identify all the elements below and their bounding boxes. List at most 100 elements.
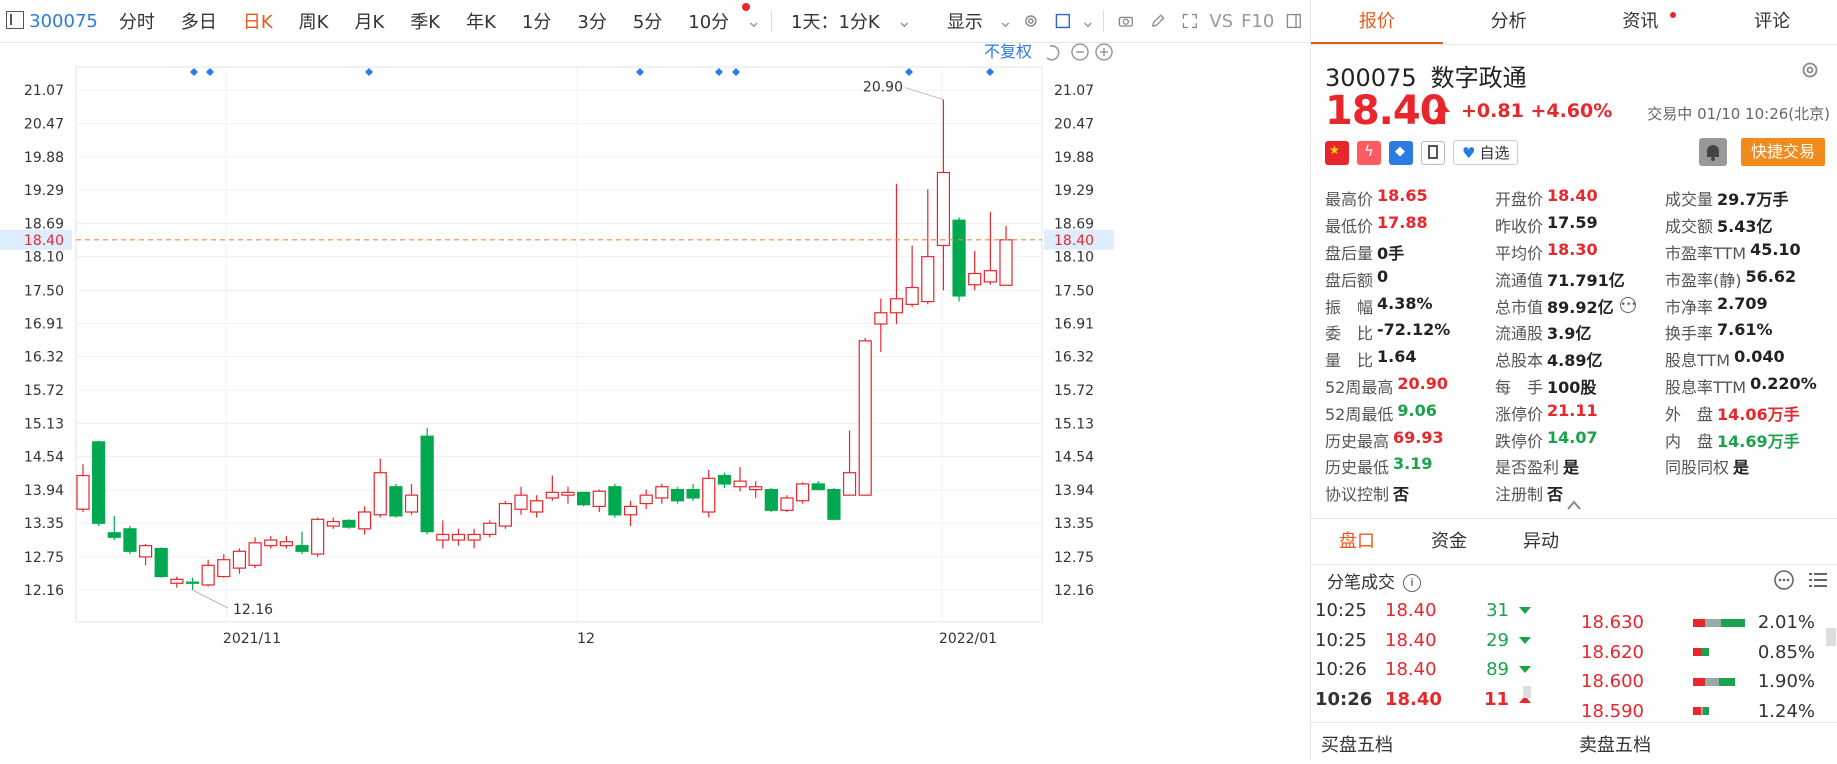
candle[interactable] xyxy=(827,488,841,520)
candle[interactable] xyxy=(952,219,966,297)
lightning-icon[interactable]: ϟ xyxy=(1357,140,1381,165)
candle[interactable] xyxy=(717,474,732,485)
candle[interactable] xyxy=(107,532,121,538)
adjust-toggle[interactable]: 不复权 xyxy=(984,42,1032,61)
detail-tab[interactable]: 异动 xyxy=(1495,519,1587,564)
candle[interactable] xyxy=(279,541,293,547)
tick-trades-list[interactable]: 10:25 18.40 31 10:25 18.40 29 10:26 18.40 89 10:2… xyxy=(1311,596,1543,718)
candle[interactable] xyxy=(921,256,935,303)
candle[interactable] xyxy=(436,533,450,541)
event-marker-icon[interactable] xyxy=(986,68,994,76)
event-marker-icon[interactable] xyxy=(636,68,644,76)
detail-tab[interactable]: 盘口 xyxy=(1311,519,1403,564)
candle[interactable] xyxy=(138,545,153,558)
candle[interactable] xyxy=(905,286,919,305)
timeframe-select[interactable]: 1天：1分K xyxy=(778,8,893,34)
candle[interactable] xyxy=(123,528,137,552)
candle[interactable] xyxy=(311,518,325,555)
candle[interactable] xyxy=(404,494,419,513)
sell-five-levels[interactable]: 卖盘五档 xyxy=(1579,731,1651,757)
settings-icon[interactable] xyxy=(1023,10,1039,32)
candle[interactable] xyxy=(670,488,685,502)
list-view-icon[interactable] xyxy=(1807,569,1829,591)
candle[interactable] xyxy=(983,270,997,283)
candle[interactable] xyxy=(420,435,434,533)
info-icon[interactable]: i xyxy=(1403,574,1421,592)
candle[interactable] xyxy=(248,542,262,566)
candle[interactable] xyxy=(154,547,168,578)
candle[interactable] xyxy=(357,511,372,530)
candle[interactable] xyxy=(217,559,231,578)
more-icon[interactable] xyxy=(1773,569,1795,591)
candle[interactable] xyxy=(889,298,904,314)
candle[interactable] xyxy=(451,533,466,541)
quote-tab[interactable]: 报价 xyxy=(1311,0,1443,44)
watchlist-button[interactable]: ♥ 自选 xyxy=(1453,140,1519,165)
quote-tab[interactable]: 分析 xyxy=(1443,0,1575,44)
more-icon[interactable]: ••• xyxy=(1619,296,1637,313)
display-menu[interactable]: 显示 xyxy=(934,8,996,34)
event-marker-icon[interactable] xyxy=(365,68,373,76)
candle[interactable] xyxy=(389,486,403,517)
candle[interactable] xyxy=(936,171,951,247)
event-marker-icon[interactable] xyxy=(732,68,740,76)
candle[interactable] xyxy=(592,490,606,507)
color-square-icon[interactable] xyxy=(1055,10,1071,32)
chevron-down-icon[interactable]: ⌄ xyxy=(893,11,916,32)
vs-button[interactable]: VS xyxy=(1205,11,1237,32)
candle[interactable] xyxy=(232,550,247,569)
candle[interactable] xyxy=(780,497,794,511)
period-tab[interactable]: 1分 xyxy=(509,8,564,34)
fullscreen-icon[interactable] xyxy=(1182,10,1198,32)
candle[interactable] xyxy=(467,533,481,541)
candle[interactable] xyxy=(874,312,888,325)
candle[interactable] xyxy=(170,578,184,584)
period-tab[interactable]: 月K xyxy=(341,8,397,34)
chevron-down-icon[interactable]: ⌄ xyxy=(996,11,1015,32)
bookmark-icon[interactable] xyxy=(1421,140,1445,165)
period-tab[interactable]: 分时 xyxy=(106,8,168,34)
period-tab[interactable]: 3分 xyxy=(564,8,619,34)
candle[interactable] xyxy=(999,239,1013,286)
candle[interactable] xyxy=(733,480,747,488)
candle[interactable] xyxy=(968,272,982,286)
candle[interactable] xyxy=(76,474,90,510)
chevron-down-icon[interactable]: ⌄ xyxy=(1078,11,1097,32)
candle[interactable] xyxy=(749,486,763,491)
candle[interactable] xyxy=(295,545,309,552)
candle[interactable] xyxy=(686,488,700,499)
pencil-icon[interactable] xyxy=(1150,10,1166,32)
candle[interactable] xyxy=(842,472,857,496)
levels-scrollbar[interactable] xyxy=(1826,628,1836,646)
candle[interactable] xyxy=(514,494,528,510)
period-tab[interactable]: 周K xyxy=(286,8,342,34)
candle[interactable] xyxy=(201,564,215,586)
gear-icon[interactable] xyxy=(1800,60,1820,80)
sidebar-toggle-icon[interactable] xyxy=(6,11,24,29)
candle[interactable] xyxy=(373,472,387,516)
undo-icon[interactable] xyxy=(1046,45,1060,61)
quick-trade-button[interactable]: 快捷交易 xyxy=(1741,138,1825,166)
period-tab[interactable]: 日K xyxy=(230,8,286,34)
candle[interactable] xyxy=(92,441,106,524)
event-marker-icon[interactable] xyxy=(905,68,913,76)
candle[interactable] xyxy=(655,486,669,499)
candle[interactable] xyxy=(702,477,716,513)
candle[interactable] xyxy=(608,486,622,516)
camera-icon[interactable] xyxy=(1118,10,1134,32)
event-marker-icon[interactable] xyxy=(190,68,198,76)
quote-tab[interactable]: 资讯 xyxy=(1575,0,1707,44)
candle[interactable] xyxy=(561,491,575,496)
period-tab[interactable]: 10分 xyxy=(675,8,742,34)
candle[interactable] xyxy=(811,483,825,491)
event-marker-icon[interactable] xyxy=(715,68,723,76)
candle[interactable] xyxy=(326,520,340,527)
candle[interactable] xyxy=(577,491,591,506)
detail-tab[interactable]: 资金 xyxy=(1403,519,1495,564)
chevron-down-icon[interactable]: ⌄ xyxy=(742,11,765,32)
candle[interactable] xyxy=(639,494,653,505)
candle[interactable] xyxy=(545,491,559,499)
event-marker-icon[interactable] xyxy=(206,68,214,76)
bell-icon[interactable] xyxy=(1699,138,1727,166)
buy-five-levels[interactable]: 买盘五档 xyxy=(1321,731,1393,757)
